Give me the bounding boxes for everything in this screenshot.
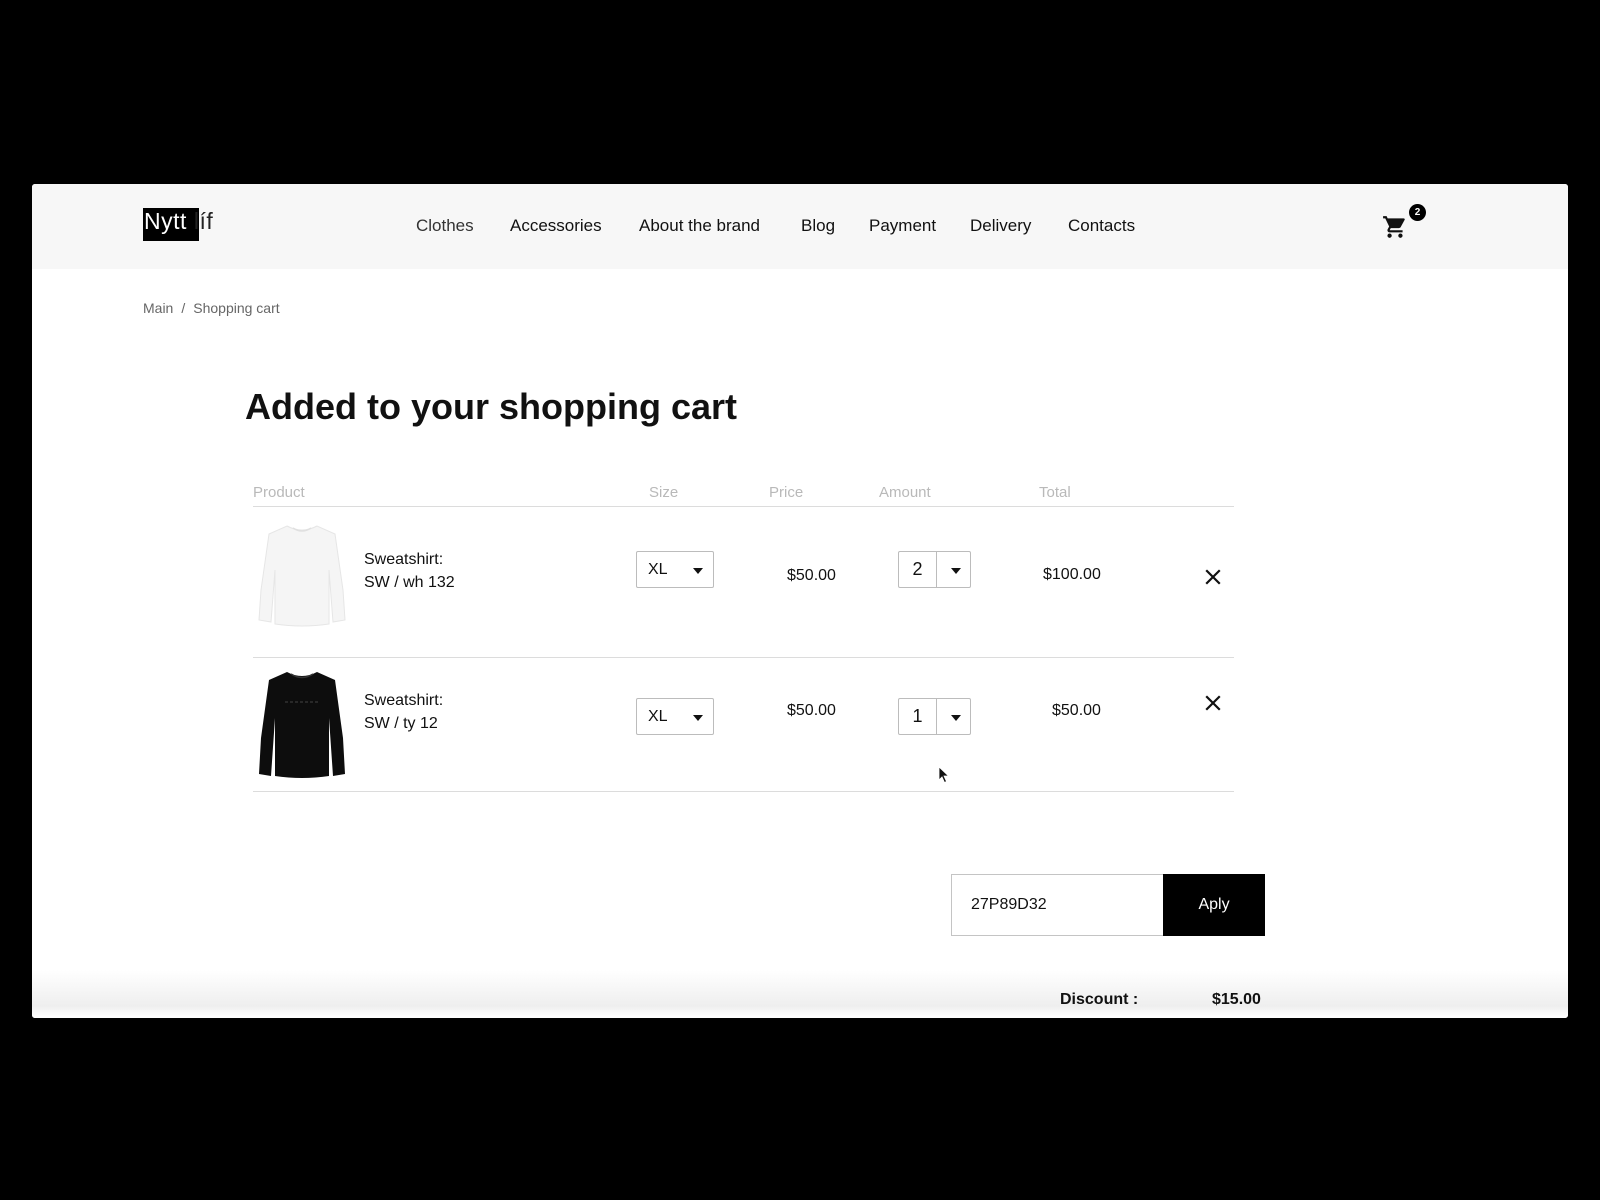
line-total: $100.00 (1043, 566, 1101, 583)
quantity-stepper[interactable]: 1 (898, 698, 971, 735)
size-select[interactable]: XL (636, 551, 714, 588)
product-image-white-sweatshirt[interactable] (257, 520, 347, 630)
promo-code-form: Aply (951, 874, 1265, 936)
nav-payment[interactable]: Payment (869, 216, 936, 236)
table-header-divider (253, 506, 1234, 507)
browser-window: Nytt líf Clothes Accessories About the br… (32, 184, 1568, 1018)
nav-clothes[interactable]: Clothes (416, 216, 474, 236)
table-row: Sweatshirt: SW / wh 132 XL $50.00 2 $100… (253, 520, 1234, 640)
nav-delivery[interactable]: Delivery (970, 216, 1031, 236)
logo-main: Nytt (144, 208, 187, 234)
discount-label: Discount : (1060, 991, 1139, 1008)
black-sweatshirt-image (259, 672, 345, 778)
size-select-value: XL (648, 708, 668, 725)
nav-accessories[interactable]: Accessories (510, 216, 602, 236)
row-divider (253, 657, 1234, 658)
unit-price: $50.00 (787, 702, 836, 719)
chevron-down-icon (951, 715, 961, 721)
chevron-down-icon (951, 568, 961, 574)
product-name: Sweatshirt: SW / ty 12 (364, 689, 443, 735)
logo[interactable]: Nytt líf (143, 208, 223, 244)
scroll-fade-overlay (32, 970, 1568, 1018)
nav-about-the-brand[interactable]: About the brand (639, 216, 760, 236)
product-name-line1: Sweatshirt: (364, 551, 444, 568)
apply-promo-button[interactable]: Aply (1163, 874, 1265, 936)
logo-suffix: líf (193, 208, 214, 234)
quantity-value: 1 (912, 706, 923, 726)
quantity-value: 2 (912, 559, 923, 579)
table-row: Sweatshirt: SW / ty 12 XL $50.00 1 $50.0… (253, 668, 1234, 788)
stepper-divider (936, 552, 937, 587)
remove-item-button[interactable] (1203, 693, 1223, 713)
table-bottom-divider (253, 791, 1234, 792)
remove-item-button[interactable] (1203, 567, 1223, 587)
column-header-product: Product (253, 484, 305, 501)
breadcrumb-separator: / (181, 300, 186, 316)
nav-blog[interactable]: Blog (801, 216, 835, 236)
nav-contacts[interactable]: Contacts (1068, 216, 1135, 236)
close-icon (1205, 695, 1221, 711)
unit-price: $50.00 (787, 567, 836, 584)
product-name: Sweatshirt: SW / wh 132 (364, 548, 455, 594)
column-header-price: Price (769, 484, 804, 501)
product-image-black-sweatshirt[interactable] (257, 668, 347, 778)
promo-code-input[interactable] (951, 874, 1164, 936)
size-select[interactable]: XL (636, 698, 714, 735)
size-select-value: XL (648, 561, 668, 578)
column-header-amount: Amount (879, 484, 931, 501)
white-sweatshirt-image (258, 525, 346, 627)
breadcrumb: Main / Shopping cart (143, 300, 280, 316)
column-header-total: Total (1039, 484, 1071, 501)
discount-value: $15.00 (1212, 991, 1261, 1008)
site-header: Nytt líf Clothes Accessories About the br… (32, 184, 1568, 269)
line-total: $50.00 (1052, 702, 1101, 719)
page-title: Added to your shopping cart (245, 386, 737, 427)
breadcrumb-main[interactable]: Main (143, 300, 173, 316)
cart-count-badge: 2 (1409, 204, 1426, 221)
logo-text: Nytt líf (144, 208, 213, 235)
mouse-cursor-icon (938, 766, 950, 784)
chevron-down-icon (693, 715, 703, 721)
stepper-divider (936, 699, 937, 734)
column-header-size: Size (649, 484, 679, 501)
cart-icon (1383, 216, 1405, 238)
chevron-down-icon (693, 568, 703, 574)
product-sku: SW / wh 132 (364, 574, 455, 591)
product-name-line1: Sweatshirt: (364, 692, 444, 709)
close-icon (1205, 569, 1221, 585)
quantity-stepper[interactable]: 2 (898, 551, 971, 588)
breadcrumb-current: Shopping cart (193, 300, 280, 316)
product-sku: SW / ty 12 (364, 715, 438, 732)
